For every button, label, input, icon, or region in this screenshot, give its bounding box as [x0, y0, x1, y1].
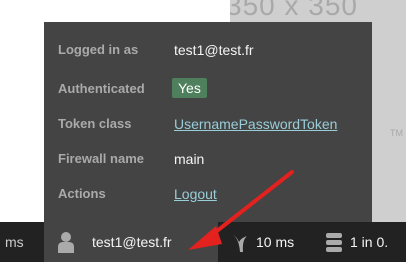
row-token-class: Token class UsernamePasswordToken [44, 108, 372, 138]
security-panel: Logged in as test1@test.fr Authenticated… [44, 22, 372, 222]
toolbar-user-label: test1@test.fr [92, 234, 172, 250]
value-firewall-name: main [174, 151, 205, 167]
time-icon [232, 234, 247, 252]
value-logged-in: test1@test.fr [174, 42, 254, 58]
authenticated-badge: Yes [172, 78, 207, 98]
user-icon [58, 232, 74, 253]
toolbar-db-item[interactable]: 1 in 0. [326, 222, 406, 262]
database-icon [326, 233, 342, 252]
logout-link[interactable]: Logout [174, 186, 217, 202]
placeholder-side-text: TM [390, 128, 403, 138]
row-logged-in: Logged in as test1@test.fr [44, 34, 372, 64]
toolbar-time-item[interactable]: 10 ms [228, 222, 308, 262]
toolbar-partial-ms: ms [5, 234, 24, 250]
row-actions: Actions Logout [44, 178, 372, 208]
toolbar-db-value: 1 in 0. [350, 234, 389, 250]
row-authenticated: Authenticated Yes [44, 73, 372, 103]
token-class-link[interactable]: UsernamePasswordToken [174, 116, 337, 132]
label-token-class: Token class [58, 116, 132, 131]
label-authenticated: Authenticated [58, 81, 145, 96]
row-firewall-name: Firewall name main [44, 143, 372, 173]
label-logged-in: Logged in as [58, 42, 139, 57]
placeholder-text: 350 x 350 [230, 0, 358, 21]
debug-toolbar: ms test1@test.fr 10 ms 1 in 0. [0, 222, 406, 262]
label-actions: Actions [58, 186, 106, 201]
toolbar-user-item[interactable]: test1@test.fr [44, 222, 218, 262]
toolbar-time-value: 10 ms [256, 234, 295, 250]
label-firewall-name: Firewall name [58, 151, 144, 166]
